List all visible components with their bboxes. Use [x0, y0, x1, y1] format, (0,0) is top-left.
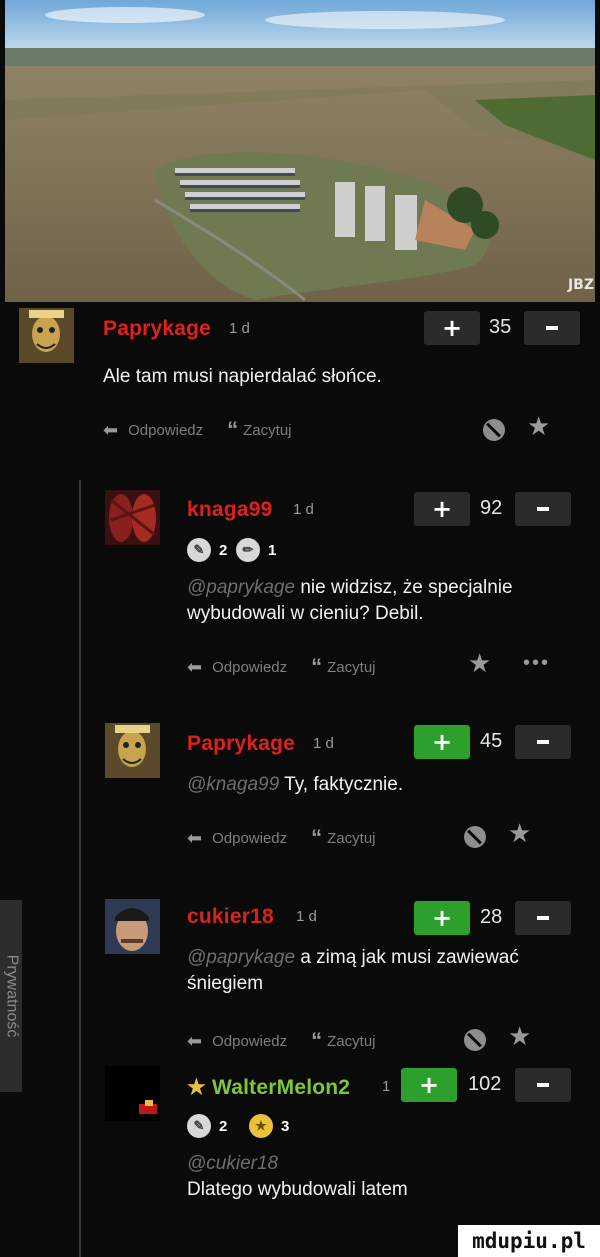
comment-text: @knaga99 Ty, faktycznie.	[187, 774, 404, 795]
vote-count: 102	[468, 1073, 502, 1095]
star-icon: ★	[187, 1076, 207, 1099]
avatar[interactable]	[105, 1066, 160, 1121]
mention-link[interactable]: @knaga99	[187, 774, 279, 795]
quote-link[interactable]: Zacytuj	[327, 1033, 375, 1050]
comment-text: @cukier18 Dlatego wybudowali latem	[187, 1151, 467, 1203]
reply-arrow-icon: ⬅	[103, 419, 119, 440]
post-image	[5, 0, 595, 302]
reply-arrow-icon: ⬅	[187, 1030, 203, 1051]
hide-icon[interactable]	[464, 826, 486, 848]
quote-icon: “	[311, 825, 322, 850]
downvote-button[interactable]	[515, 901, 571, 935]
username[interactable]: cukier18	[187, 905, 274, 929]
downvote-button[interactable]	[515, 1068, 571, 1102]
reply-arrow-icon: ⬅	[187, 827, 203, 848]
downvote-button[interactable]	[524, 311, 580, 345]
reply-link[interactable]: Odpowiedz	[212, 830, 287, 847]
avatar[interactable]	[105, 899, 160, 954]
comment-text: @paprykage nie widzisz, że specjalnie wy…	[187, 577, 513, 624]
mention-link[interactable]: @cukier18	[187, 1151, 467, 1177]
reply-link[interactable]: Odpowiedz	[212, 1033, 287, 1050]
favorite-star-icon[interactable]: ★	[468, 648, 491, 679]
downvote-button[interactable]	[515, 492, 571, 526]
quote-icon: “	[311, 1028, 322, 1053]
hide-icon[interactable]	[483, 419, 505, 441]
vote-count: 92	[480, 497, 503, 519]
photo-watermark: JBZ	[567, 277, 594, 293]
reply-link[interactable]: Odpowiedz	[212, 659, 287, 676]
upvote-button[interactable]: +	[414, 492, 470, 526]
comment-actions: ⬅ Odpowiedz “ Zacytuj	[187, 825, 376, 851]
comment-actions: ⬅ Odpowiedz “ Zacytuj	[103, 417, 292, 443]
mention-link[interactable]: @paprykage	[187, 947, 295, 968]
quote-link[interactable]: Zacytuj	[327, 830, 375, 847]
favorite-star-icon[interactable]: ★	[508, 1021, 531, 1052]
pencil-badge-icon: ✏	[236, 538, 260, 562]
more-options-icon[interactable]: •••	[523, 652, 550, 675]
upvote-button[interactable]: +	[401, 1068, 457, 1102]
timestamp: 1 d	[296, 908, 317, 925]
comment-text: @paprykage a zimą jak musi zawiewać śnie…	[187, 947, 519, 994]
avatar[interactable]	[19, 308, 74, 363]
username[interactable]: Paprykage	[187, 732, 295, 756]
reply-link[interactable]: Odpowiedz	[128, 422, 203, 439]
badge: ★ 3	[249, 1114, 289, 1138]
timestamp: 1 d	[313, 735, 334, 752]
site-watermark: mdupiu.pl	[458, 1225, 600, 1257]
username[interactable]: Paprykage	[103, 317, 211, 341]
timestamp: 1 d	[229, 320, 250, 337]
pen-badge-icon: ✎	[187, 1114, 211, 1138]
badge: ✎ 2	[187, 1114, 227, 1138]
quote-icon: “	[311, 654, 322, 679]
pen-badge-icon: ✎	[187, 538, 211, 562]
reply-arrow-icon: ⬅	[187, 656, 203, 677]
quote-link[interactable]: Zacytuj	[327, 659, 375, 676]
downvote-button[interactable]	[515, 725, 571, 759]
badge: ✏ 1	[236, 538, 276, 562]
timestamp: 1 d	[293, 501, 314, 518]
hide-icon[interactable]	[464, 1029, 486, 1051]
timestamp: 1	[382, 1078, 391, 1095]
upvote-button[interactable]: +	[414, 725, 470, 759]
avatar[interactable]	[105, 490, 160, 545]
username[interactable]: knaga99	[187, 498, 272, 522]
comment-actions: ⬅ Odpowiedz “ Zacytuj	[187, 1028, 376, 1054]
vote-count: 35	[489, 316, 512, 338]
quote-icon: “	[227, 417, 238, 442]
comment-text: Ale tam musi napierdalać słońce.	[103, 366, 382, 387]
mention-link[interactable]: @paprykage	[187, 577, 295, 598]
avatar[interactable]	[105, 723, 160, 778]
vote-count: 45	[480, 730, 503, 752]
upvote-button[interactable]: +	[424, 311, 480, 345]
star-badge-icon: ★	[249, 1114, 273, 1138]
quote-link[interactable]: Zacytuj	[243, 422, 291, 439]
upvote-button[interactable]: +	[414, 901, 470, 935]
privacy-tab[interactable]: Prywatność	[0, 900, 22, 1092]
comment-actions: ⬅ Odpowiedz “ Zacytuj	[187, 654, 376, 680]
username[interactable]: ★ WalterMelon2	[187, 1075, 350, 1100]
favorite-star-icon[interactable]: ★	[508, 818, 531, 849]
thread-line	[79, 480, 81, 1257]
favorite-star-icon[interactable]: ★	[527, 411, 550, 442]
vote-count: 28	[480, 906, 503, 928]
badge: ✎ 2	[187, 538, 227, 562]
